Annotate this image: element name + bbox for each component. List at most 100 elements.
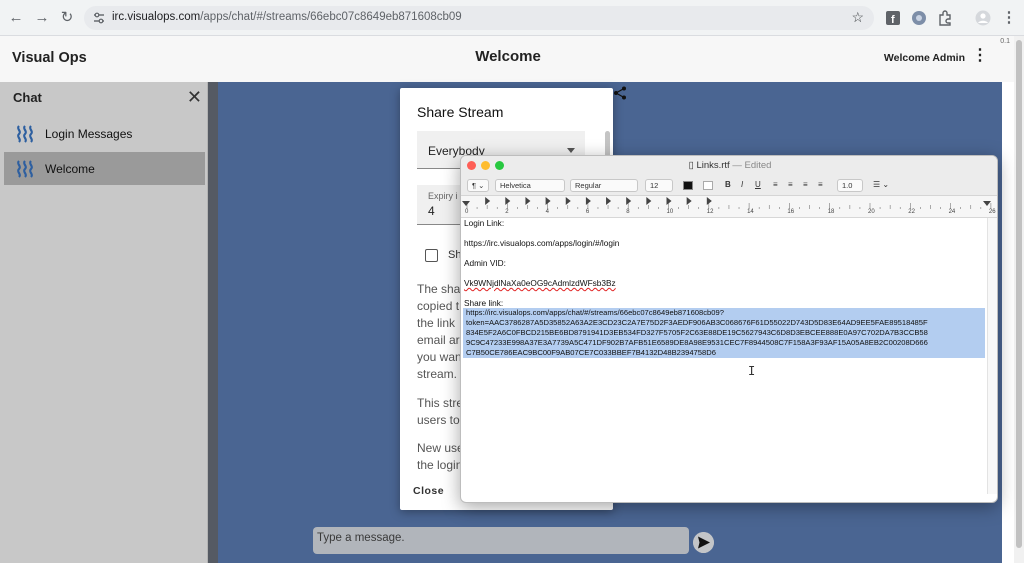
line-spacing-select[interactable]: 1.0: [837, 179, 863, 192]
address-bar[interactable]: irc.visualops.com/apps/chat/#/streams/66…: [84, 6, 874, 30]
close-icon[interactable]: ✕: [187, 88, 202, 106]
font-size-value: 12: [650, 181, 659, 190]
extension-globe-icon[interactable]: [911, 10, 927, 26]
page-title: Welcome: [475, 48, 541, 65]
sidebar-item-label: Login Messages: [45, 127, 133, 141]
sidebar-title: Chat: [13, 90, 42, 105]
tab-stop-marker[interactable]: [545, 197, 551, 205]
text-color-swatch[interactable]: [683, 181, 693, 190]
bold-button[interactable]: B: [725, 180, 731, 189]
admin-vid: Vk9WNjdlNaXa0eOG9cAdmlzdWFsb3Bz: [464, 278, 616, 288]
sidebar-header: Chat ✕: [0, 82, 208, 112]
profile-avatar-icon[interactable]: [975, 10, 991, 26]
background-color-swatch[interactable]: [703, 181, 713, 190]
sidebar-item-login-messages[interactable]: Login Messages: [4, 117, 205, 150]
text-selection: https://irc.visualops.com/apps/chat/#/st…: [463, 308, 985, 358]
font-size-select[interactable]: 12: [645, 179, 673, 192]
page-scrollbar[interactable]: [1014, 36, 1024, 563]
align-right-icon[interactable]: ≡: [803, 180, 808, 189]
share-checkbox[interactable]: [425, 249, 438, 262]
list-bullets-icon[interactable]: ☰ ⌄: [873, 180, 889, 189]
extensions-puzzle-icon[interactable]: [937, 10, 953, 26]
help-text-line: This stre: [417, 396, 464, 410]
browser-menu-icon[interactable]: ⋮: [999, 8, 1019, 28]
facebook-icon[interactable]: f: [885, 10, 901, 26]
document-scrollbar[interactable]: [987, 218, 997, 494]
document-body[interactable]: Login Link: https://irc.visualops.com/ap…: [461, 218, 989, 494]
help-text-line: stream.: [417, 367, 458, 381]
ruler-number: 16: [787, 209, 795, 215]
ruler-ticks: [466, 197, 992, 209]
font-family-value: Helvetica: [500, 181, 531, 190]
tab-stop-marker[interactable]: [606, 197, 612, 205]
textedit-filename: Links.rtf: [696, 160, 730, 171]
tab-stop-marker[interactable]: [706, 197, 712, 205]
share-link-line: 9C9C47233E998A37E3A7739A5C471DF902B7AFB5…: [466, 338, 928, 347]
message-input[interactable]: Type a message.: [313, 527, 689, 554]
more-vert-icon[interactable]: ⋮: [972, 48, 988, 64]
textedit-titlebar[interactable]: ▯ Links.rtf — Edited: [461, 156, 997, 176]
admin-label: Admin VID:: [464, 258, 506, 268]
document-icon: ▯: [688, 160, 694, 171]
ruler-number: 14: [747, 209, 754, 215]
ruler[interactable]: 0 2 4 6 8 10 12 14 16 18 20 22 24 26: [461, 196, 997, 218]
left-indent-marker[interactable]: [462, 201, 470, 206]
ruler-number: 22: [908, 209, 915, 215]
paragraph-style-menu[interactable]: ¶ ⌄: [467, 179, 489, 192]
back-icon[interactable]: ←: [6, 8, 26, 28]
expiry-value: 4: [428, 204, 435, 218]
star-icon[interactable]: ☆: [851, 9, 864, 26]
dialog-title: Share Stream: [417, 104, 504, 120]
close-button[interactable]: Close: [413, 485, 444, 497]
paragraph-style-label: ¶: [472, 181, 477, 190]
svg-text:f: f: [891, 14, 895, 26]
format-toolbar: ¶ ⌄ Helvetica Regular 12 B I U ≡ ≡ ≡ ≡ 1…: [461, 176, 997, 196]
tab-stop-marker[interactable]: [505, 197, 511, 205]
help-text-line: you wan: [417, 350, 462, 364]
right-indent-marker[interactable]: [983, 201, 991, 206]
textedit-title: ▯ Links.rtf — Edited: [688, 160, 772, 171]
tab-stop-marker[interactable]: [585, 197, 591, 205]
ruler-number: 10: [666, 209, 674, 215]
help-text-line: the login: [417, 458, 463, 472]
font-family-select[interactable]: Helvetica: [495, 179, 565, 192]
tab-stop-marker[interactable]: [646, 197, 652, 205]
help-text-line: copied t: [417, 299, 460, 313]
browser-toolbar: ← → ↻ irc.visualops.com/apps/chat/#/stre…: [0, 0, 1024, 36]
underline-button[interactable]: U: [755, 180, 761, 189]
user-greeting[interactable]: Welcome Admin: [884, 52, 965, 64]
help-text-line: The sha: [417, 282, 461, 296]
italic-button[interactable]: I: [741, 180, 743, 189]
site-settings-icon[interactable]: [92, 11, 106, 25]
line-spacing-value: 1.0: [842, 181, 853, 190]
tab-stop-marker[interactable]: [686, 197, 692, 205]
sidebar-item-welcome[interactable]: Welcome: [4, 152, 205, 185]
justify-icon[interactable]: ≡: [818, 180, 823, 189]
tab-stop-marker[interactable]: [666, 197, 672, 205]
send-icon[interactable]: [693, 532, 714, 553]
align-left-icon[interactable]: ≡: [773, 180, 778, 189]
chevron-down-icon: [567, 148, 575, 153]
login-url: https://irc.visualops.com/apps/login/#/l…: [464, 238, 620, 248]
share-link-line: C7B50CE786EAC9BC00F9AB07CE7C033BBEF7B413…: [466, 348, 716, 357]
app-header: Visual Ops Welcome Welcome Admin ⋮ 0.1: [0, 36, 1014, 82]
page-scrollbar-thumb[interactable]: [1016, 40, 1022, 548]
tab-stop-marker[interactable]: [485, 197, 491, 205]
tab-stop-marker[interactable]: [565, 197, 571, 205]
ruler-number: 26: [988, 209, 996, 215]
help-text-line: email ar: [417, 333, 460, 347]
tab-stop-marker[interactable]: [626, 197, 632, 205]
forward-icon[interactable]: →: [32, 8, 52, 28]
url-text: irc.visualops.com/apps/chat/#/streams/66…: [112, 11, 462, 23]
tab-stop-marker[interactable]: [525, 197, 531, 205]
font-style-value: Regular: [575, 181, 602, 190]
reload-icon[interactable]: ↻: [57, 8, 77, 28]
ruler-number: 4: [545, 209, 549, 215]
ibeam-cursor-icon: I: [748, 364, 756, 378]
expiry-label: Expiry i: [428, 191, 458, 201]
font-style-select[interactable]: Regular: [570, 179, 638, 192]
share-icon[interactable]: [613, 86, 627, 100]
align-center-icon[interactable]: ≡: [788, 180, 793, 189]
share-link-line: 834E5F2A6C0FBCD215BE6BD8791941D3EB534FD3…: [466, 328, 928, 337]
ruler-number: 20: [868, 209, 875, 215]
